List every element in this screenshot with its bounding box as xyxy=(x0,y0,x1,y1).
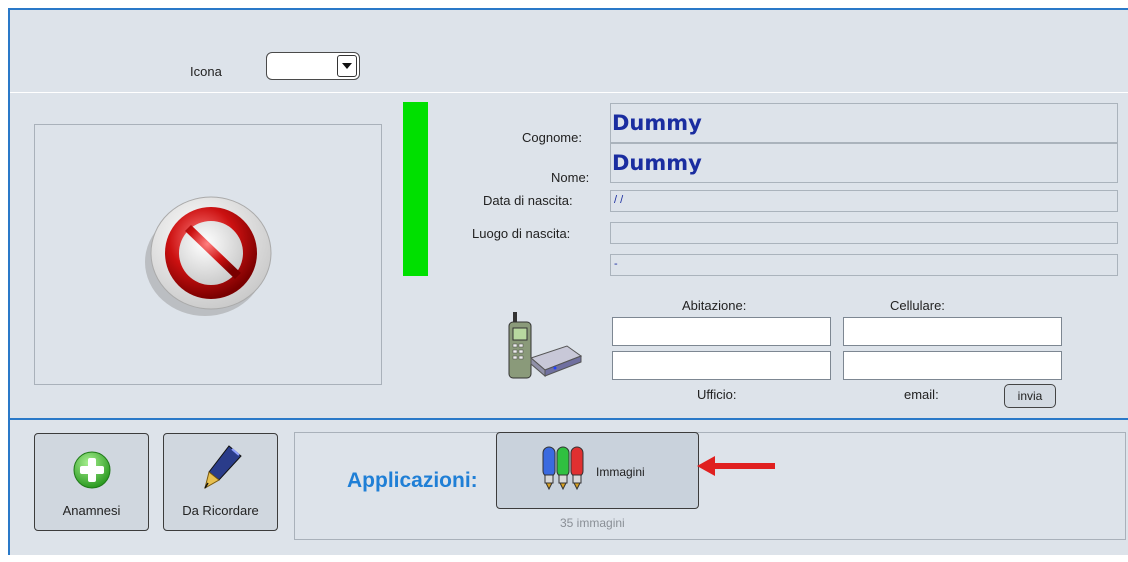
invia-button[interactable]: invia xyxy=(1004,384,1056,408)
da-ricordare-button[interactable]: Da Ricordare xyxy=(163,433,278,531)
red-arrow-icon xyxy=(697,456,775,476)
email-input[interactable] xyxy=(843,351,1062,380)
cognome-field[interactable]: Dummy xyxy=(610,103,1118,143)
section-divider xyxy=(10,418,1128,420)
immagini-label: Immagini xyxy=(596,465,645,479)
icona-label: Icona xyxy=(190,64,222,79)
dropdown-arrow-icon[interactable] xyxy=(337,55,357,77)
ufficio-label: Ufficio: xyxy=(697,387,737,402)
patient-photo[interactable] xyxy=(34,124,382,385)
pen-icon xyxy=(204,445,242,490)
data-nascita-field[interactable]: / / xyxy=(610,190,1118,212)
icona-select[interactable] xyxy=(266,52,360,80)
add-icon xyxy=(73,451,111,489)
applicazioni-label: Applicazioni: xyxy=(347,469,478,492)
status-indicator xyxy=(403,102,428,276)
abitazione-input[interactable] xyxy=(612,317,831,346)
cognome-label: Cognome: xyxy=(522,130,582,145)
no-entry-icon xyxy=(145,196,272,316)
luogo-nascita-field[interactable] xyxy=(610,222,1118,244)
da-ricordare-label: Da Ricordare xyxy=(182,503,259,518)
immagini-count: 35 immagini xyxy=(560,516,625,530)
immagini-button[interactable]: Immagini xyxy=(496,432,699,509)
email-label: email: xyxy=(904,387,939,402)
abitazione-label: Abitazione: xyxy=(682,298,747,313)
nome-field[interactable]: Dummy xyxy=(610,143,1118,183)
anamnesi-label: Anamnesi xyxy=(62,503,121,518)
luogo-nascita-label: Luogo di nascita: xyxy=(472,226,571,241)
nome-label: Nome: xyxy=(551,170,590,185)
paint-tubes-icon xyxy=(542,446,584,491)
data-nascita-label: Data di nascita: xyxy=(483,193,573,208)
ufficio-input[interactable] xyxy=(612,351,831,380)
anamnesi-button[interactable]: Anamnesi xyxy=(34,433,149,531)
cellulare-input[interactable] xyxy=(843,317,1062,346)
cellulare-label: Cellulare: xyxy=(890,298,945,313)
divider xyxy=(10,92,1128,93)
extra-field[interactable]: - xyxy=(610,254,1118,276)
phone-modem-icon xyxy=(508,312,583,379)
